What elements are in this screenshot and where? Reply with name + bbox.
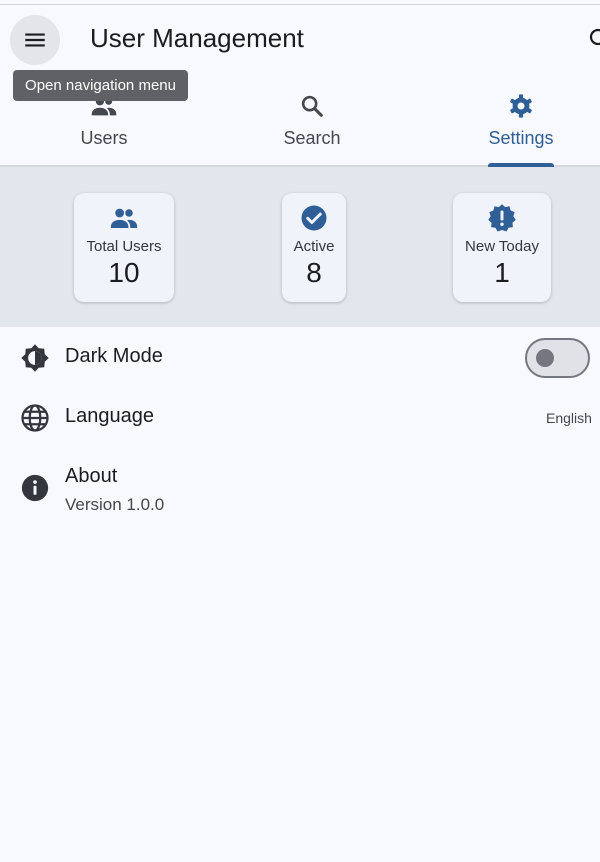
- app-bar: User Management: [0, 5, 600, 75]
- search-icon: [301, 95, 323, 117]
- stat-label: Total Users: [86, 238, 162, 255]
- tab-settings-label: Settings: [488, 128, 554, 148]
- stat-label: Active: [293, 238, 335, 255]
- stat-label: New Today: [465, 238, 539, 255]
- check-circle-icon: [301, 205, 327, 231]
- app-version: Version 1.0.0: [65, 495, 165, 514]
- stat-value: 8: [306, 257, 322, 288]
- dark-mode-label: Dark Mode: [65, 345, 163, 367]
- search-icon[interactable]: [588, 27, 600, 51]
- globe-icon: [21, 404, 49, 432]
- stat-value: 1: [494, 257, 510, 288]
- stat-value: 10: [108, 257, 140, 288]
- language-value: English: [546, 410, 592, 426]
- stat-card-active: Active 8: [282, 193, 346, 302]
- language-label: Language: [65, 405, 154, 427]
- menu-button[interactable]: [10, 15, 60, 65]
- toggle-knob: [536, 349, 554, 367]
- tab-search[interactable]: Search: [272, 78, 352, 166]
- brightness-icon: [21, 344, 49, 372]
- tab-users-label: Users: [80, 128, 128, 148]
- stat-card-new-today: New Today 1: [453, 193, 551, 302]
- setting-language[interactable]: Language English: [0, 390, 600, 446]
- tab-settings[interactable]: Settings: [480, 78, 562, 166]
- setting-dark-mode[interactable]: Dark Mode: [0, 330, 600, 386]
- about-label: About: [65, 465, 118, 487]
- people-icon: [110, 208, 138, 228]
- new-releases-icon: [488, 204, 516, 232]
- stats-panel: Total Users 10 Active 8 New Today 1: [0, 167, 600, 327]
- menu-icon: [25, 33, 45, 47]
- setting-about[interactable]: About Version 1.0.0: [0, 458, 600, 522]
- page-title: User Management: [90, 23, 304, 53]
- dark-mode-toggle[interactable]: [525, 338, 590, 378]
- gear-icon: [510, 94, 532, 118]
- stat-card-total-users: Total Users 10: [74, 193, 174, 302]
- menu-tooltip: Open navigation menu: [13, 70, 188, 101]
- info-icon: [21, 474, 49, 502]
- app-root: User Management Open navigation menu Use…: [0, 0, 600, 862]
- tab-search-label: Search: [283, 128, 341, 148]
